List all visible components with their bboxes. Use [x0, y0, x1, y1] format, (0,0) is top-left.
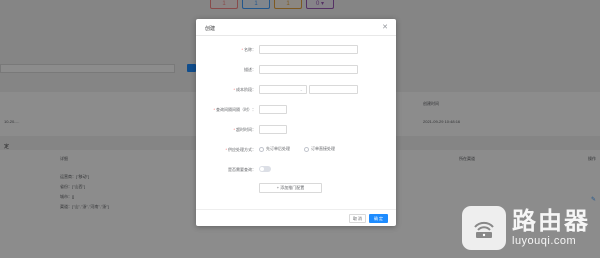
radio-circle-icon — [304, 146, 309, 152]
desc-label: 描述： — [244, 67, 256, 72]
toggle-row: 是否需要查询： — [196, 165, 396, 174]
strategy-label: 供应处理方式： — [228, 147, 256, 152]
name-row: *名称： — [196, 45, 396, 54]
create-dialog: 创建 ✕ *名称： 描述： *成本阶段： ⌄ *查询间隔间隔（时）： *超时时间… — [196, 19, 396, 226]
desc-input[interactable] — [259, 65, 358, 74]
required-mark: * — [225, 147, 227, 152]
add-config-button[interactable]: + 添加推门配置 — [259, 183, 322, 193]
required-mark: * — [213, 107, 215, 112]
dialog-title: 创建 — [205, 26, 216, 32]
extra-label: 超时时间： — [236, 127, 256, 132]
cost-select[interactable]: ⌄ — [259, 85, 307, 94]
radio-option-2[interactable]: 订单直接处理 — [304, 146, 335, 152]
extra-row: *超时时间： — [196, 125, 396, 134]
confirm-button[interactable]: 确 定 — [369, 214, 388, 223]
radio-option-1[interactable]: 先订单后处理 — [259, 146, 290, 152]
check-input[interactable] — [259, 105, 287, 114]
watermark: 路由器 luyouqi.com — [462, 206, 590, 250]
query-toggle[interactable] — [259, 166, 271, 172]
radio-circle-icon — [259, 146, 264, 152]
router-logo-icon — [462, 206, 506, 250]
check-row: *查询间隔间隔（时）： — [196, 105, 396, 114]
cancel-button[interactable]: 取 消 — [349, 214, 366, 223]
toggle-label: 是否需要查询： — [228, 167, 256, 172]
name-label: 名称： — [244, 47, 256, 52]
desc-row: 描述： — [196, 65, 396, 74]
watermark-url: luyouqi.com — [512, 235, 577, 247]
dialog-footer: 取 消 确 定 — [196, 209, 396, 226]
name-input[interactable] — [259, 45, 358, 54]
close-icon[interactable]: ✕ — [382, 23, 388, 31]
check-label: 查询间隔间隔（时）： — [216, 107, 256, 112]
watermark-title: 路由器 — [512, 208, 590, 235]
extra-input[interactable] — [259, 125, 287, 134]
cost-input[interactable] — [309, 85, 358, 94]
cost-row: *成本阶段： ⌄ — [196, 85, 396, 94]
required-mark: * — [241, 47, 243, 52]
required-mark: * — [233, 87, 235, 92]
dialog-header: 创建 ✕ — [196, 19, 396, 36]
chevron-down-icon: ⌄ — [299, 87, 303, 92]
required-mark: * — [233, 127, 235, 132]
cost-label: 成本阶段： — [236, 87, 256, 92]
strategy-row: *供应处理方式： 先订单后处理 订单直接处理 — [196, 145, 396, 154]
